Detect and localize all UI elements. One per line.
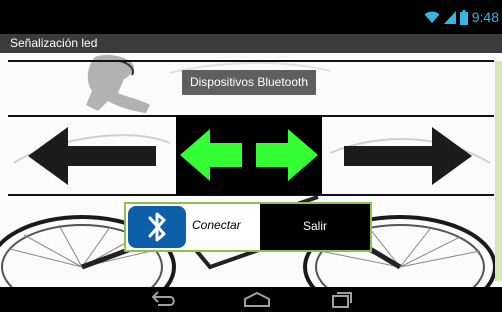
exit-button[interactable]: Salir <box>260 204 370 250</box>
home-icon[interactable] <box>242 291 272 308</box>
title-bar: Señalización led <box>0 34 502 53</box>
led-indicator-panel <box>176 115 322 195</box>
arrow-left-icon[interactable] <box>28 127 156 185</box>
status-bar: 9:48 <box>0 0 502 34</box>
navigation-bar <box>0 287 502 312</box>
toast-message: Dispositivos Bluetooth <box>182 70 316 95</box>
arrow-right-icon[interactable] <box>344 127 472 185</box>
green-arrow-right-icon <box>256 129 318 181</box>
main-content: Dispositivos Bluetooth Conectar Salir <box>0 53 502 287</box>
divider-line <box>8 60 494 62</box>
back-icon[interactable] <box>148 291 178 308</box>
status-icons: 9:48 <box>424 9 499 25</box>
exit-button-label: Salir <box>302 219 327 233</box>
signal-icon <box>443 10 456 24</box>
app-title: Señalización led <box>10 36 98 50</box>
connect-button[interactable]: Conectar <box>126 204 260 250</box>
right-edge-strip <box>495 61 502 281</box>
battery-icon <box>459 9 468 25</box>
app-screen: 9:48 Señalización led Dispositivos Bluet… <box>0 0 502 312</box>
green-arrow-left-icon <box>180 129 242 181</box>
connect-button-label: Conectar <box>192 218 241 232</box>
clock: 9:48 <box>471 9 499 25</box>
bluetooth-icon <box>128 206 186 248</box>
wifi-icon <box>424 10 440 24</box>
button-row: Conectar Salir <box>124 202 372 252</box>
recents-icon[interactable] <box>326 291 354 308</box>
